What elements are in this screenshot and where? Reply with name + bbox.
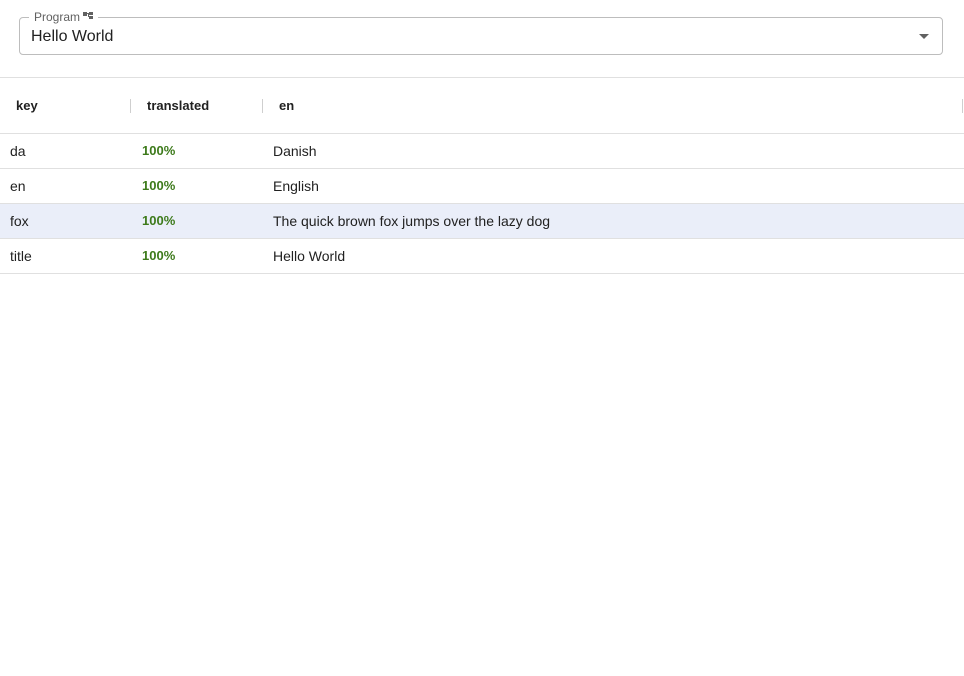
column-resize-handle-en[interactable] <box>962 99 963 113</box>
table-row[interactable]: en 100% English <box>0 169 964 204</box>
en-cell[interactable]: The quick brown fox jumps over the lazy … <box>273 204 550 238</box>
key-cell: en <box>10 178 26 194</box>
translated-cell: 100% <box>142 213 176 228</box>
column-header-en[interactable]: en <box>279 78 294 133</box>
program-select[interactable]: Program Hello World <box>19 9 943 55</box>
key-cell: title <box>10 248 32 264</box>
translated-cell: 100% <box>142 143 176 158</box>
translated-cell: 100% <box>142 178 176 193</box>
column-resize-handle-translated[interactable] <box>262 99 263 113</box>
dropdown-arrow-icon[interactable] <box>919 34 929 39</box>
key-cell: fox <box>10 213 29 229</box>
en-cell[interactable]: Hello World <box>273 239 345 273</box>
translations-grid: key translated en da 100% Danish en 100%… <box>0 77 964 274</box>
key-cell: da <box>10 143 26 159</box>
en-cell[interactable]: English <box>273 169 319 203</box>
table-row-selected[interactable]: fox 100% The quick brown fox jumps over … <box>0 204 964 239</box>
program-select-label-group: Program <box>29 9 99 25</box>
program-select-value: Hello World <box>31 28 114 45</box>
column-resize-handle-key[interactable] <box>130 99 131 113</box>
table-row[interactable]: title 100% Hello World <box>0 239 964 274</box>
column-header-key[interactable]: key <box>16 78 38 133</box>
en-cell[interactable]: Danish <box>273 134 317 168</box>
program-select-label: Program <box>34 10 81 24</box>
grid-header: key translated en <box>0 78 964 134</box>
table-row[interactable]: da 100% Danish <box>0 134 964 169</box>
column-header-translated[interactable]: translated <box>147 78 209 133</box>
translated-cell: 100% <box>142 248 176 263</box>
hierarchy-icon <box>83 12 94 19</box>
